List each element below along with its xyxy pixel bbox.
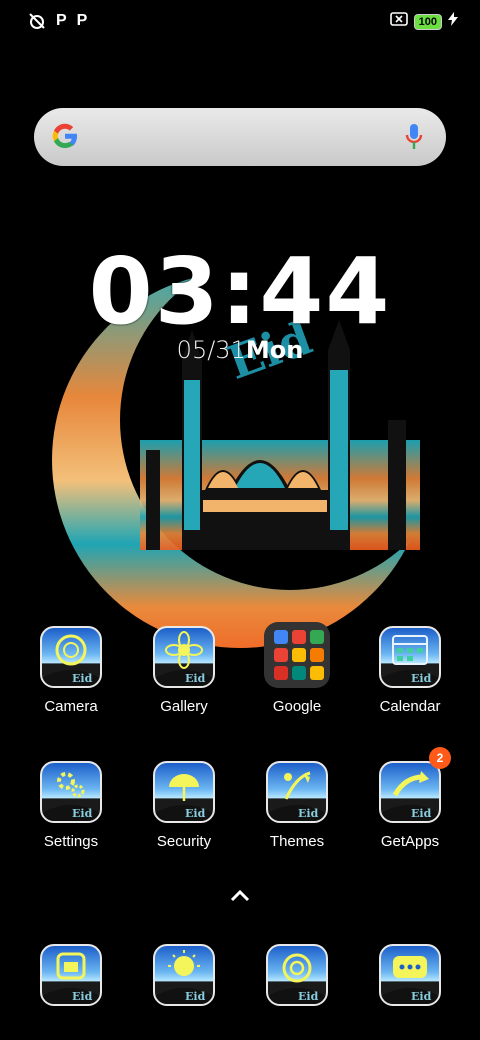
- camera-icon: Eid: [40, 626, 102, 688]
- svg-text:Eid: Eid: [298, 807, 319, 820]
- google-folder-icon: [264, 622, 330, 688]
- umbrella-security-icon: Eid: [153, 761, 215, 823]
- app-label: Google: [272, 698, 322, 715]
- svg-text:Eid: Eid: [72, 672, 93, 685]
- dock-messages[interactable]: Eid: [355, 944, 465, 1006]
- date-text: 05/31: [176, 336, 246, 364]
- google-logo-icon: [52, 123, 77, 149]
- gallery-icon: Eid: [153, 626, 215, 688]
- notification-badge: 2: [429, 747, 451, 769]
- app-themes[interactable]: Eid Themes: [242, 761, 352, 850]
- messages-icon: Eid: [379, 944, 441, 1006]
- app-label: Themes: [269, 833, 325, 850]
- app-label: Calendar: [379, 698, 441, 715]
- svg-text:Eid: Eid: [298, 990, 319, 1003]
- svg-text:Eid: Eid: [185, 990, 206, 1003]
- browser-icon: Eid: [153, 944, 215, 1006]
- chevron-up-icon[interactable]: [228, 888, 252, 904]
- no-sim-icon: [389, 12, 408, 31]
- status-bar: P P 100: [0, 0, 480, 44]
- svg-text:Eid: Eid: [411, 672, 432, 685]
- alarm-off-icon: [28, 12, 46, 30]
- getapps-icon: Eid: [379, 761, 441, 823]
- dock-phone[interactable]: Eid: [16, 944, 126, 1006]
- app-camera[interactable]: Eid Camera: [16, 626, 126, 715]
- battery-indicator: 100: [413, 13, 442, 30]
- dock-contacts[interactable]: Eid: [242, 944, 352, 1006]
- app-getapps[interactable]: Eid 2 GetApps: [355, 747, 465, 850]
- contacts-icon: Eid: [266, 944, 328, 1006]
- app-label: GetApps: [380, 833, 440, 850]
- app-gallery[interactable]: Eid Gallery: [129, 626, 239, 715]
- clock-time[interactable]: 03:44: [0, 238, 480, 345]
- calendar-icon: Eid: [379, 626, 441, 688]
- dock-browser[interactable]: Eid: [129, 944, 239, 1006]
- svg-text:Eid: Eid: [185, 807, 206, 820]
- microphone-icon[interactable]: [404, 123, 424, 151]
- charging-icon: [448, 12, 458, 31]
- app-settings[interactable]: Eid Settings: [16, 761, 126, 850]
- notification-p-icon: P: [56, 12, 67, 29]
- app-calendar[interactable]: Eid Calendar: [355, 626, 465, 715]
- phone-icon: Eid: [40, 944, 102, 1006]
- google-search-bar[interactable]: [34, 108, 446, 166]
- app-label: Gallery: [160, 698, 208, 715]
- settings-icon: Eid: [40, 761, 102, 823]
- app-label: Security: [156, 833, 212, 850]
- notification-p-icon: P: [76, 12, 88, 29]
- svg-text:Eid: Eid: [411, 990, 432, 1003]
- svg-text:Eid: Eid: [185, 672, 206, 685]
- svg-text:Eid: Eid: [72, 990, 93, 1003]
- app-label: Settings: [43, 833, 99, 850]
- folder-google[interactable]: Google: [242, 622, 352, 715]
- app-label: Camera: [44, 698, 98, 715]
- themes-icon: Eid: [266, 761, 328, 823]
- svg-text:Eid: Eid: [72, 807, 93, 820]
- weekday-text: Mon: [245, 336, 304, 364]
- svg-text:Eid: Eid: [411, 807, 432, 820]
- clock-date: 05/31Mon: [0, 336, 480, 364]
- app-security[interactable]: Eid Security: [129, 761, 239, 850]
